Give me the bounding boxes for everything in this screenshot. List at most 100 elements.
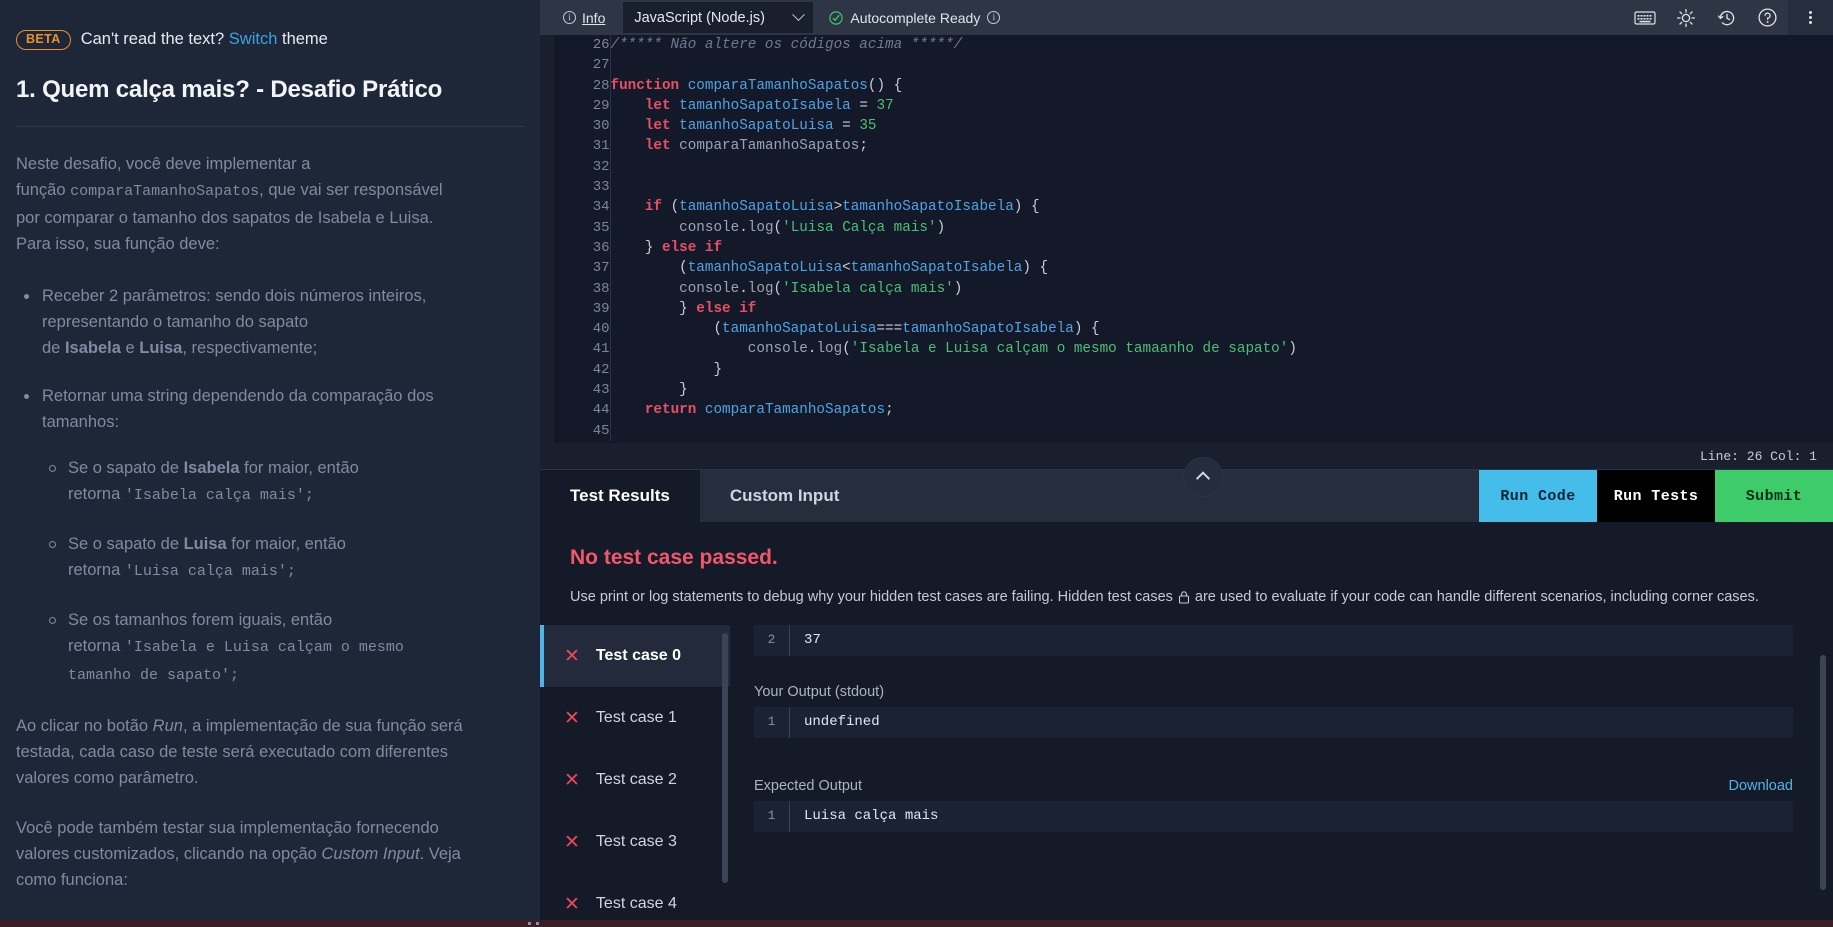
code-token: ( [773,280,783,297]
keyboard-icon[interactable] [1624,0,1665,35]
line-number: 30 [592,118,610,135]
list-item[interactable]: ✕ Test case 2 [540,749,730,811]
code-scroll-area[interactable]: 26/***** Não altere os códigos acima ***… [554,35,1833,443]
custom-input-paragraph: Você pode também testar sua implementaçã… [16,815,524,893]
code-token: === [876,321,903,338]
help-icon[interactable] [1747,0,1788,35]
your-output-box: 1 undefined [754,707,1793,738]
code-line: 29 let tamanhoSapatoIsabela = 37 [554,95,1833,117]
action-buttons: Run Code Run Tests Submit [1479,470,1833,522]
sub3-return-string-b: tamanho de sapato'; [68,666,240,684]
test-case-detail: 2 37 Your Output (stdout) 1 undefined Ex… [730,625,1833,927]
code-token: comparaTamanhoSapatos [679,138,860,155]
list-item: Receber 2 parâmetros: sendo dois números… [16,283,524,361]
code-line-content[interactable]: let tamanhoSapatoIsabela = 37 [609,95,1833,117]
info-button[interactable]: i Info [563,10,605,26]
list-item: Se o sapato de Isabela for maior, então … [42,455,524,509]
list-item[interactable]: ✕ Test case 0 [540,625,730,687]
custom-input-keyword: Custom Input [321,844,420,863]
autocomplete-info-icon[interactable]: i [987,11,1001,24]
code-token: ; [859,138,868,155]
code-line-content[interactable]: (tamanhoSapatoLuisa<tamanhoSapatoIsabela… [609,258,1833,279]
chevron-up-icon [1195,471,1211,486]
beta-theme-row: BETA Can't read the text? Switch theme [16,0,524,50]
test-case-label: Test case 0 [595,647,682,664]
detail-scrollbar[interactable] [1820,655,1826,890]
download-link[interactable]: Download [1729,778,1794,794]
code-line-content[interactable]: } else if [609,298,1833,320]
test-case-label: Test case 3 [595,833,677,850]
code-token: console [679,280,740,297]
intro-function-name: comparaTamanhoSapatos [70,182,260,200]
language-select[interactable]: JavaScript (Node.js) [623,2,814,33]
status-badge: No test case passed. [570,546,778,569]
code-token: ) [936,219,946,236]
code-line-content[interactable]: } [609,380,1833,401]
code-token: = [850,97,877,114]
sub3-return-string-a: 'Isabela e Luisa calçam o mesmo [124,638,404,656]
list-item[interactable]: ✕ Test case 4 [540,873,730,927]
code-line-content[interactable]: console.log('Isabela e Luisa calçam o me… [609,339,1833,360]
code-line-content[interactable]: let tamanhoSapatoLuisa = 35 [609,116,1833,137]
collapse-panel-button[interactable] [1184,458,1222,496]
lock-icon [1178,591,1189,604]
code-token: 'Luisa Calça mais' [782,219,937,236]
code-line-content[interactable]: console.log('Isabela calça mais') [609,278,1833,299]
sub1-retorna: retorna [68,484,125,503]
code-line-content[interactable]: /***** Não altere os códigos acima *****… [609,35,1833,56]
code-line-content[interactable]: return comparaTamanhoSapatos; [609,400,1833,421]
test-case-label: Test case 4 [595,895,677,912]
sub3-line1: Se os tamanhos forem iguais, então [68,610,333,629]
brightness-icon[interactable] [1665,0,1706,35]
chevron-down-icon [792,8,806,22]
submit-button[interactable]: Submit [1715,470,1833,522]
code-line-content[interactable]: let comparaTamanhoSapatos; [609,136,1833,157]
run-keyword: Run [152,716,183,735]
code-token: tamanhoSapatoLuisa [687,260,843,277]
tab-custom-input[interactable]: Custom Input [700,470,870,522]
code-token: else if [696,300,757,317]
code-token: . [739,219,748,236]
code-line-content[interactable] [609,55,1833,76]
fail-x-icon: ✕ [564,707,580,729]
left-panel-bottom-strip [0,920,540,927]
code-token: log [747,280,774,297]
code-line-content[interactable]: function comparaTamanhoSapatos() { [609,75,1833,96]
code-line-content[interactable]: } else if [609,237,1833,259]
info-label: Info [582,9,606,26]
code-editor[interactable]: 26/***** Não altere os códigos acima ***… [540,35,1833,443]
code-line-content[interactable]: if (tamanhoSapatoLuisa>tamanhoSapatoIsab… [609,197,1833,218]
run-code-button[interactable]: Run Code [1479,470,1597,522]
code-line-content[interactable] [609,156,1833,178]
history-icon[interactable] [1706,0,1747,35]
line-number: 41 [592,341,610,358]
run-tests-button[interactable]: Run Tests [1597,470,1715,522]
code-line-content[interactable] [609,177,1833,198]
panel-resize-grip[interactable] [528,921,540,927]
code-token: 'Isabela e Luisa calçam o mesmo tamaanho… [850,341,1289,358]
code-line: 45 [554,420,1833,441]
line-number: 2 [754,625,790,656]
sub1-post: for maior, então [239,458,359,477]
code-line-content[interactable]: console.log('Luisa Calça mais') [609,217,1833,238]
code-token: ( [662,199,680,216]
switch-theme-link[interactable]: Switch [229,30,278,48]
kebab-menu-icon[interactable] [1788,0,1833,35]
code-token: = [833,118,860,135]
code-line-content[interactable]: } [609,359,1833,381]
tab-test-results[interactable]: Test Results [540,470,700,522]
code-line: 37 (tamanhoSapatoLuisa<tamanhoSapatoIsab… [554,258,1833,279]
list-item[interactable]: ✕ Test case 3 [540,811,730,873]
test-case-list[interactable]: ✕ Test case 0 ✕ Test case 1 ✕ Test case 2 ✕ Tes… [540,625,730,927]
code-line-content[interactable]: (tamanhoSapatoLuisa===tamanhoSapatoIsabe… [609,319,1833,340]
code-line-content[interactable] [609,420,1833,441]
list-item: Se os tamanhos forem iguais, então retor… [42,607,524,689]
bullet1-line3-pre: de [42,338,65,357]
code-line: 44 return comparaTamanhoSapatos; [554,400,1833,421]
autocomplete-label: Autocomplete Ready [850,9,981,26]
list-item[interactable]: ✕ Test case 1 [540,687,730,749]
case-list-scrollbar[interactable] [722,633,728,883]
